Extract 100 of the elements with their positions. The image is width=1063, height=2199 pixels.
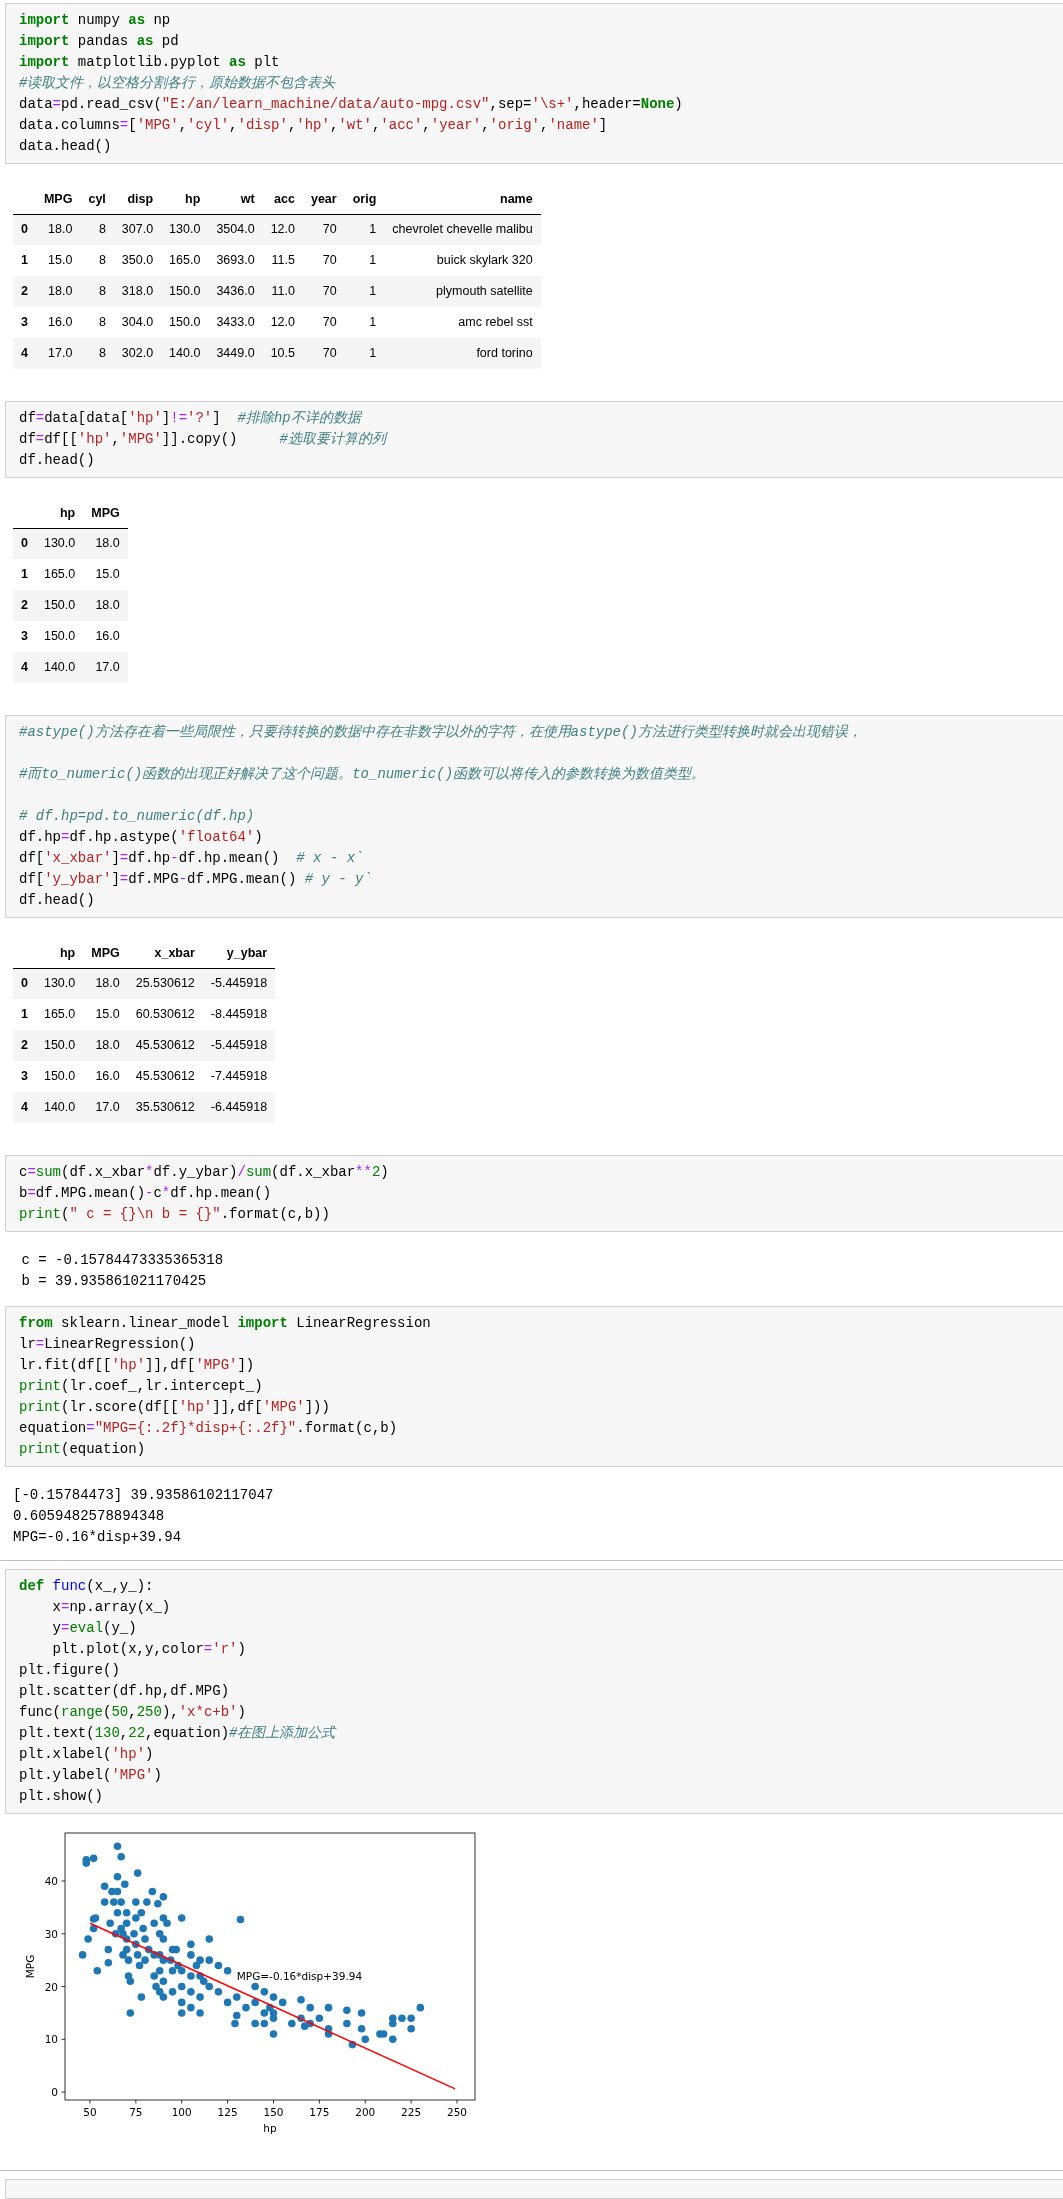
scatter-point [104,1959,113,1967]
tick-label: 0 [51,2086,58,2099]
column-header: hp [35,500,84,528]
row-index: 4 [13,652,36,683]
table-cell: plymouth satellite [384,276,541,307]
code-cell[interactable] [5,715,1063,918]
code-line: data.columns=['MPG','cyl','disp','hp','wt','acc','year','orig','name'] [19,116,608,135]
scatter-point [177,1914,186,1922]
x-axis-label: hp [263,2122,277,2134]
table-cell: 140.0 [161,338,209,369]
y-axis-label: MPG [24,1954,36,1979]
table-cell: 140.0 [35,652,84,683]
scatter-point [357,2024,366,2033]
tick-label: 250 [447,2106,468,2118]
scatter-point [348,2040,357,2049]
scatter-point [144,1945,153,1954]
code-line: df=df[['hp','MPG']].copy() #选取要计算的列 [19,430,386,449]
scatter-point [106,1919,114,1928]
code-cell[interactable] [5,1569,1063,1814]
table-cell: ford torino [384,338,541,369]
column-header: cyl [80,186,114,214]
code-line: #astype()方法存在着一些局限性，只要待转换的数据中存在非数字以外的字符，在使用astype()方法进行类型转换时就会出现错误， [19,723,862,742]
scatter-point [416,2003,425,2012]
table-cell: amc rebel sst [384,307,541,338]
table-cell: 15.0 [83,999,128,1030]
column-header: hp [35,940,84,968]
output-line: b = 39.935861021170425 [20,1272,207,1291]
code-line: import matplotlib.pyplot as plt [19,53,280,72]
row-index: 2 [13,276,36,307]
table-cell: 45.530612 [127,1061,203,1092]
table-cell: 1 [344,276,385,307]
table-cell: 12.0 [262,307,303,338]
table-cell: 3436.0 [208,276,263,307]
code-line: print(lr.score(df[['hp']],df['MPG'])) [19,1398,330,1417]
column-header: y_ybar [202,940,276,968]
code-line: from sklearn.linear_model import LinearRegression [19,1314,431,1333]
table-cell: 150.0 [35,1061,84,1092]
scatter-point [148,1887,157,1896]
table-cell: 302.0 [113,338,162,369]
table-cell: 130.0 [35,528,84,559]
column-header: acc [262,186,303,214]
code-line: df.head() [19,891,95,910]
scatter-point [137,1993,146,2001]
code-cell[interactable] [5,2179,1063,2199]
scatter-point [177,1982,186,1991]
code-cell[interactable]: df=data[data['hp']!='?'] #排除hp不详的数据 df=df[['hp','MPG']].copy() #选取要计算的列 df.head() [5,401,1063,478]
table-cell: 16.0 [35,307,81,338]
table-cell: -5.445918 [202,1030,276,1061]
column-header: year [302,186,345,214]
output-line: 0.6059482578894348 [13,1507,165,1526]
table-cell: 18.0 [83,528,128,559]
scatter-point [223,1998,232,2007]
table-cell: 8 [80,245,114,276]
scatter-point [361,2035,370,2044]
scatter-point [100,1882,109,1891]
table-cell: 8 [80,214,114,245]
scatter-point [159,1977,168,1986]
column-header: x_xbar [127,940,203,968]
scatter-point [122,1919,131,1928]
scatter-point [104,1945,113,1954]
table-cell: 70 [302,214,345,245]
row-index: 2 [13,1030,36,1061]
table-cell: 8 [80,338,114,369]
table-cell: 18.0 [83,1030,128,1061]
scatter-point [199,1977,208,1986]
column-header: orig [344,186,385,214]
scatter-point [236,1915,245,1924]
table-cell: 17.0 [83,652,128,683]
table-cell: 150.0 [35,590,84,621]
table-cell: 1 [344,307,385,338]
table-cell: -8.445918 [202,999,276,1030]
table-cell: 130.0 [161,214,209,245]
code-cell[interactable] [5,1306,1063,1467]
tick-label: 30 [44,1927,58,1940]
table-cell: 15.0 [35,245,81,276]
code-cell[interactable] [5,3,1063,164]
scatter-point [89,1924,98,1933]
table-cell: 17.0 [83,1092,128,1123]
scatter-point [122,1908,131,1917]
scatter-point [135,1961,144,1970]
table-cell: 304.0 [113,307,162,338]
scatter-point [132,1898,140,1906]
table-cell: 11.0 [262,276,303,307]
table-cell: 165.0 [35,559,84,590]
table-cell: 3449.0 [208,338,263,369]
tick-label: 225 [401,2106,422,2118]
code-line: df['x_xbar']=df.hp-df.hp.mean() # x - x` [19,849,364,868]
scatter-point [260,2019,269,2028]
table-cell: 3433.0 [208,307,263,338]
table-cell: 307.0 [113,214,162,245]
row-index: 0 [13,968,36,999]
scatter-point [113,1842,122,1850]
output-line: [-0.15784473] 39.93586102117047 [13,1486,274,1505]
table-cell: 150.0 [35,621,84,652]
row-index: 1 [13,999,36,1030]
code-line: import numpy as np [19,11,171,30]
row-index: 0 [13,528,36,559]
code-line: print(equation) [19,1440,146,1459]
tick-label: 10 [44,2033,58,2046]
code-cell[interactable]: c=sum(df.x_xbar*df.y_ybar)/sum(df.x_xbar**2) b=df.MPG.mean()-c*df.hp.mean() print(" c = {}\n b = {}".format(c,b)) [5,1155,1063,1232]
